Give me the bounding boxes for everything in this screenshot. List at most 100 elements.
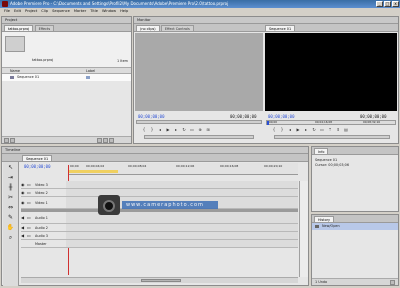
track-label: Video 3	[35, 182, 48, 187]
monitor-panel-title: Monitor	[137, 18, 151, 22]
watermark: www.cameraphoto.com	[98, 195, 220, 219]
program-jog-shuttle[interactable]	[274, 135, 390, 139]
list-view-icon[interactable]	[4, 138, 9, 143]
tab-effects[interactable]: Effects	[34, 25, 55, 31]
sequence-icon	[10, 76, 14, 79]
menu-help[interactable]: Help	[118, 8, 130, 15]
monitor-panel: Monitor (no clips) Effect Controls Seque…	[133, 16, 399, 144]
minimize-button[interactable]: _	[376, 1, 383, 7]
close-button[interactable]: x	[392, 1, 399, 7]
slip-tool-icon[interactable]: ⇔	[7, 204, 15, 212]
icon-view-icon[interactable]	[10, 138, 16, 143]
window-title: Adobe Premiere Pro - C:\Documents and Se…	[10, 1, 229, 6]
track-lane[interactable]	[66, 181, 298, 188]
track-select-tool-icon[interactable]: ⇥	[7, 174, 15, 182]
tab-history[interactable]: History	[314, 216, 335, 222]
track-lane[interactable]	[66, 240, 298, 247]
selection-tool-icon[interactable]: ↖	[7, 164, 15, 172]
source-jog-shuttle[interactable]	[144, 135, 254, 139]
hand-tool-icon[interactable]: ✋	[7, 224, 15, 232]
history-footer: 1 Undo	[312, 278, 398, 285]
zoom-tool-icon[interactable]: ⌕	[7, 234, 15, 242]
menu-edit[interactable]: Edit	[12, 8, 23, 15]
track-label: Audio 2	[35, 225, 48, 230]
step-forward-icon[interactable]: ▸	[173, 127, 179, 132]
program-safe-margins-icon[interactable]: ▭	[319, 127, 325, 132]
menu-marker[interactable]: Marker	[72, 8, 88, 15]
program-playhead[interactable]	[267, 121, 269, 125]
track-label: Video 1	[35, 200, 48, 205]
step-back-icon[interactable]: ◂	[157, 127, 163, 132]
source-timecode-current[interactable]: 00;00;00;00	[138, 114, 165, 119]
program-step-back-icon[interactable]: ◂	[287, 127, 293, 132]
safe-margins-icon[interactable]: ▭	[189, 127, 195, 132]
track-lane[interactable]	[66, 224, 298, 231]
track-audio-2: ◀ ▭ Audio 2	[21, 224, 298, 232]
preview-thumbnail	[5, 36, 25, 52]
program-step-forward-icon[interactable]: ▸	[303, 127, 309, 132]
program-loop-icon[interactable]: ↻	[311, 127, 317, 132]
project-item-label: Sequence 01	[17, 75, 40, 79]
track-master: Master	[21, 240, 298, 248]
project-item-row[interactable]: Sequence 01	[2, 74, 131, 81]
project-tabs: tattoo.prproj Effects	[2, 24, 131, 32]
history-item[interactable]: New/Open	[312, 223, 398, 230]
insert-icon[interactable]: ⊕	[197, 127, 203, 132]
new-bin-icon[interactable]	[96, 138, 102, 143]
program-time-ruler[interactable]: 00;00 00;04;16;08 00;08;32;16	[266, 120, 396, 125]
program-monitor-screen[interactable]	[265, 33, 397, 111]
overlay-icon[interactable]: ⊞	[205, 127, 211, 132]
timeline-ruler-label-4: 00;00;16;08	[220, 164, 239, 168]
program-transport-controls: {} ◂ ▶ ▸ ↻ ▭ ⇡ ⇞ ▤	[270, 127, 350, 132]
timeline-ruler-label-0: 00;00	[70, 164, 79, 168]
work-area-bar[interactable]	[68, 170, 118, 173]
menu-project[interactable]: Project	[23, 8, 39, 15]
tab-source[interactable]: (no clips)	[136, 25, 160, 31]
program-ruler-label-0: 00;00	[269, 120, 278, 124]
info-panel: Info Sequence 01 Cursor: 00;00;03;06	[311, 146, 399, 212]
program-timecode-current[interactable]: 00;00;00;00	[268, 114, 295, 119]
lift-icon[interactable]: ⇡	[327, 127, 333, 132]
trim-icon[interactable]: ▤	[343, 127, 349, 132]
source-monitor-screen[interactable]	[135, 33, 263, 111]
new-item-icon[interactable]	[102, 138, 108, 143]
program-mark-in-icon[interactable]: {	[271, 127, 277, 132]
delete-icon[interactable]	[109, 138, 115, 143]
mark-out-icon[interactable]: }	[149, 127, 155, 132]
menu-file[interactable]: File	[2, 8, 12, 15]
pen-tool-icon[interactable]: ✎	[7, 214, 15, 222]
track-lane[interactable]	[66, 232, 298, 239]
timeline-scrollbar[interactable]	[299, 181, 308, 277]
timeline-ruler-label-5: 00;00;20;10	[264, 164, 283, 168]
window-title-bar: Adobe Premiere Pro - C:\Documents and Se…	[0, 0, 400, 8]
program-play-icon[interactable]: ▶	[295, 127, 301, 132]
ripple-edit-tool-icon[interactable]: ╫	[7, 184, 15, 192]
program-mark-out-icon[interactable]: }	[279, 127, 285, 132]
tab-effect-controls[interactable]: Effect Controls	[160, 25, 194, 31]
menu-window[interactable]: Window	[100, 8, 118, 15]
project-bottom-toolbar	[2, 136, 131, 143]
menu-sequence[interactable]: Sequence	[50, 8, 72, 15]
timeline-timecode[interactable]: 00;00;00;00	[24, 164, 51, 169]
menu-title[interactable]: Title	[88, 8, 100, 15]
tab-project-file[interactable]: tattoo.prproj	[4, 25, 34, 31]
source-time-ruler[interactable]	[136, 120, 262, 124]
timeline-ruler[interactable]: 00;00 00;00;04;02 00;00;08;04 00;00;12;0…	[68, 163, 298, 175]
play-icon[interactable]: ▶	[165, 127, 171, 132]
tab-program-sequence[interactable]: Sequence 01	[265, 25, 296, 31]
razor-tool-icon[interactable]: ✂	[7, 194, 15, 202]
project-panel-header: Project	[2, 17, 131, 24]
project-name-field: tattoo.prproj	[32, 58, 54, 62]
track-video-3: ◉ ▭ Video 3	[21, 181, 298, 189]
loop-icon[interactable]: ↻	[181, 127, 187, 132]
timeline-zoom-bar	[21, 277, 298, 283]
tab-sequence[interactable]: Sequence 01	[22, 155, 53, 161]
tab-info[interactable]: Info	[314, 148, 329, 154]
mark-in-icon[interactable]: {	[141, 127, 147, 132]
maximize-button[interactable]: □	[384, 1, 391, 7]
menu-clip[interactable]: Clip	[39, 8, 50, 15]
trash-icon[interactable]	[390, 280, 395, 285]
zoom-slider[interactable]	[141, 279, 181, 282]
extract-icon[interactable]: ⇞	[335, 127, 341, 132]
timeline-ruler-label-1: 00;00;04;02	[86, 164, 105, 168]
